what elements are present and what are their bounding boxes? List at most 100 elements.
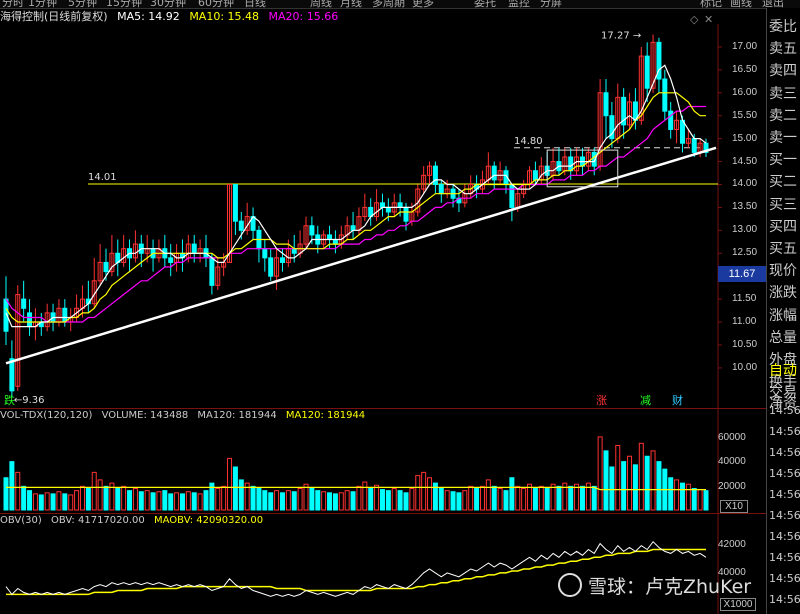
event-mark: 涨 (596, 394, 607, 407)
volume-bar (468, 485, 474, 511)
candle-body (662, 78, 668, 112)
trade-time: 14:56 (769, 488, 800, 501)
vol-label: VOL-TDX(120,120) (0, 410, 93, 421)
candle-body (491, 165, 497, 181)
candle-body (603, 92, 609, 117)
trade-time: 14:56 (769, 551, 800, 564)
volume-bar (85, 488, 91, 511)
obv-unit: X1000 (720, 598, 756, 611)
volume-bar (497, 488, 503, 511)
candle-body (350, 225, 356, 231)
divider-volume (0, 408, 766, 409)
volume-bar (32, 493, 38, 511)
volume-bar (150, 492, 156, 511)
volume-bar (103, 485, 109, 511)
volume-bar (515, 485, 521, 511)
volume-bar (256, 488, 262, 511)
volume-bar (509, 477, 515, 511)
volume-bar (450, 491, 456, 511)
quote-label: 总量 (769, 329, 797, 346)
volume-bar (597, 436, 603, 511)
xueqiu-logo-icon (558, 573, 582, 597)
volume-bar (327, 492, 333, 511)
volume-bar (568, 485, 574, 511)
volume-bar (579, 485, 585, 511)
volume-bar (162, 490, 168, 511)
candle-body (568, 156, 574, 172)
volume-bar (221, 485, 227, 511)
volume-bar (274, 490, 280, 511)
quote-label: 卖四 (769, 63, 797, 80)
trade-time: 14:56 (769, 593, 800, 606)
candle-body (679, 119, 685, 144)
volume-bar (685, 483, 691, 511)
volume-bar (444, 490, 450, 511)
volume-bar (532, 488, 538, 511)
volume-bar (368, 488, 374, 511)
candle-body (27, 312, 33, 328)
level-label: 14.80 (514, 136, 543, 147)
volume-bar (491, 485, 497, 511)
volume-bar (409, 488, 415, 511)
obv-legend: OBV(30) OBV: 41717020.00 MAOBV: 42090320… (0, 515, 269, 529)
volume-bar (479, 485, 485, 511)
candle-body (279, 257, 285, 263)
candle-body (62, 307, 68, 323)
candle-body (103, 261, 109, 273)
volume-bar (38, 494, 44, 511)
volume-bar (344, 490, 350, 511)
volume-bar (321, 491, 327, 511)
candle-body (238, 220, 244, 231)
volume-bar (474, 488, 480, 511)
high-label: 17.27 → (601, 31, 641, 42)
trade-time: 14:56 (769, 572, 800, 585)
obv-label: OBV(30) (0, 515, 42, 526)
watermark-text: 雪球：卢克ZhuKer (588, 576, 752, 598)
quote-label: 买二 (769, 174, 797, 191)
event-mark: 财 (672, 393, 683, 407)
volume-bar (356, 485, 362, 511)
volume-bar (268, 492, 274, 511)
volume-bar (238, 479, 244, 511)
quote-label: 涨跌 (769, 285, 797, 302)
volume-bar (462, 490, 468, 511)
volume-bar (303, 483, 309, 511)
volume-bar (174, 492, 180, 511)
volume-bar (556, 485, 562, 511)
volume-bar (656, 461, 662, 511)
volume-bar (44, 492, 50, 511)
volume-bar (421, 471, 427, 511)
quote-label: 卖二 (769, 107, 797, 124)
trade-label[interactable]: 交易 (769, 382, 797, 402)
volume-ma-line (6, 486, 706, 491)
volume-bar (291, 491, 297, 511)
volume-bar (50, 493, 56, 511)
trade-time: 14:56 (769, 467, 800, 480)
candle-body (268, 257, 274, 277)
ma10-line (5, 92, 706, 323)
volume-bar (197, 493, 203, 511)
volume-bar (138, 491, 144, 511)
volume-bar (538, 485, 544, 511)
candle-body (191, 243, 197, 254)
volume-bar (279, 492, 285, 511)
volume-bar (121, 485, 127, 511)
volume-bar (91, 471, 97, 511)
auto-label[interactable]: 自动 (769, 360, 797, 380)
volume-bar (132, 488, 138, 511)
volume-bar (9, 461, 15, 511)
vol-ma120: MA120: 181944 (197, 410, 277, 421)
volume-bar (485, 479, 491, 511)
low-label: ←9.36 (14, 395, 45, 406)
divider-obv (0, 513, 766, 514)
volume-bar (203, 490, 209, 511)
vol-ma120-b: MA120: 181944 (285, 410, 366, 421)
candle-body (232, 183, 238, 222)
volume-bar (297, 488, 303, 511)
volume-bar (668, 477, 674, 511)
trade-time: 14:56 (769, 404, 800, 417)
volume-bar (127, 490, 133, 511)
candle-body (403, 206, 409, 222)
ma20-line (5, 105, 706, 323)
volume-bar (627, 455, 633, 511)
